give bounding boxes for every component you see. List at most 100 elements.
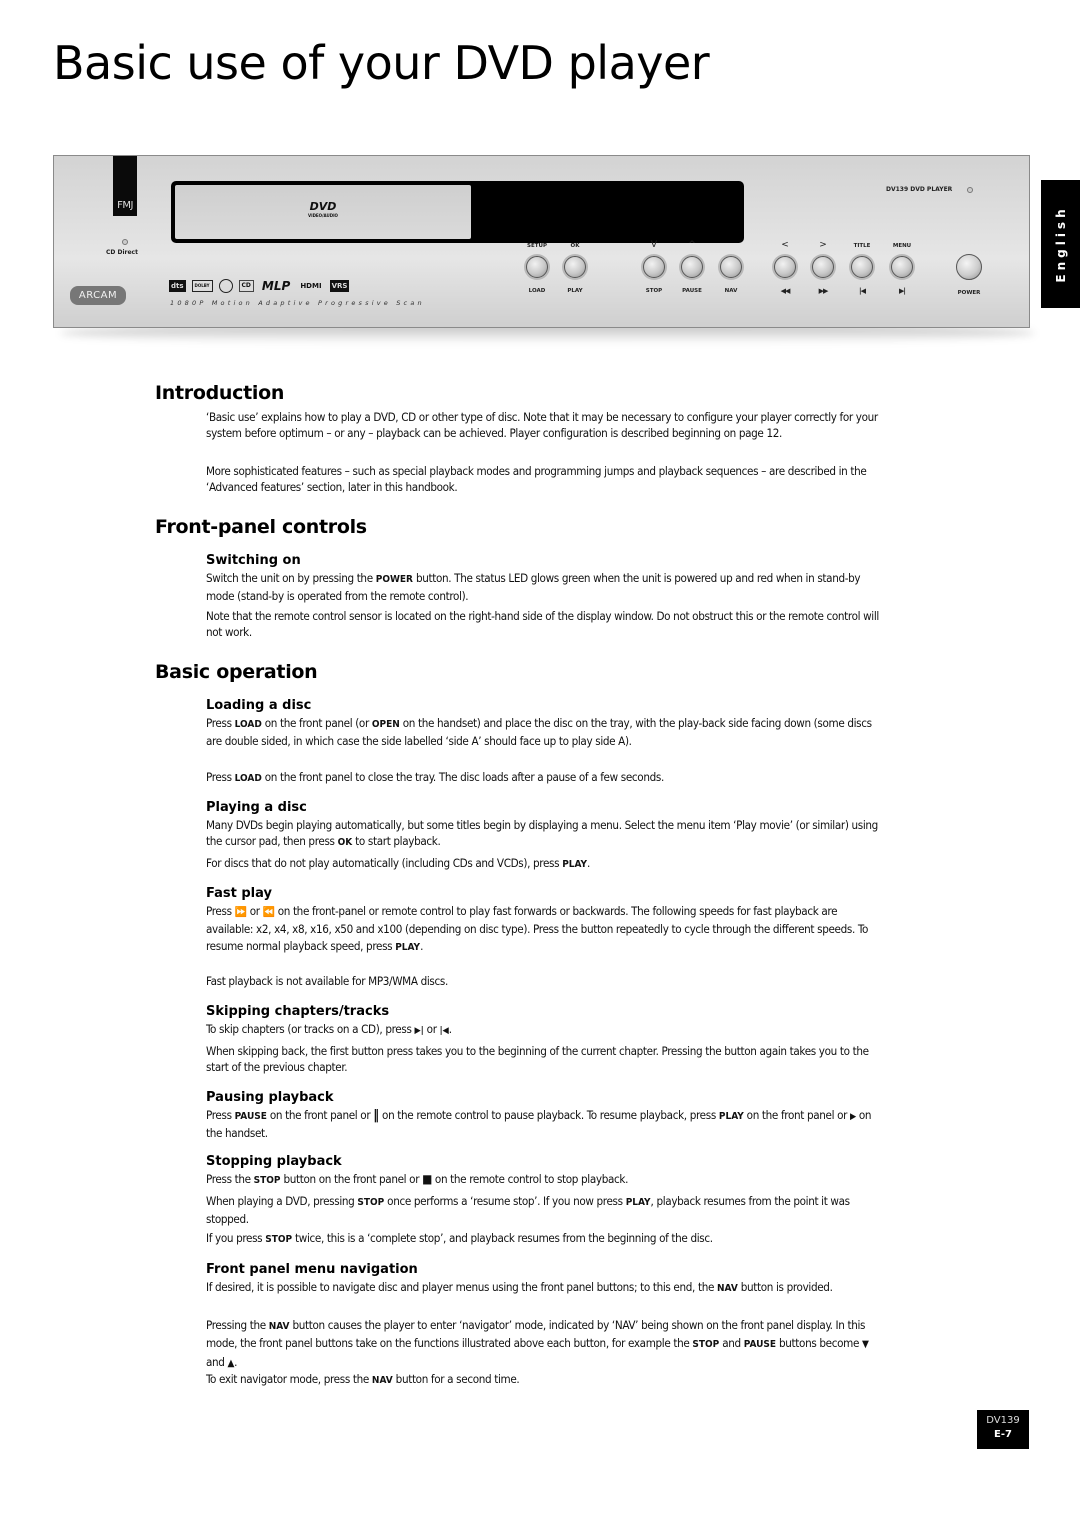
- loading-paragraph-2: Press LOAD on the front panel to close t…: [206, 769, 886, 787]
- rewind-icon: ⏪: [262, 907, 275, 918]
- button-circle: [643, 256, 665, 278]
- text: on the front panel or: [743, 1108, 851, 1122]
- keyword-play: PLAY: [395, 941, 421, 953]
- right-fastforward-button: > ▶▶: [803, 240, 843, 303]
- text: Many DVDs begin playing automatically, b…: [206, 818, 878, 849]
- left-rewind-button: < ◀◀: [765, 240, 805, 303]
- fast-play-paragraph-2: Fast playback is not available for MP3/W…: [206, 974, 448, 988]
- hdmi-logo: HDMI: [300, 282, 322, 290]
- fmj-badge: FMJ: [113, 156, 137, 216]
- mlp-logo: MLP: [261, 279, 291, 293]
- keyword-stop: STOP: [265, 1234, 293, 1245]
- section-heading-basic-operation: Basic operation: [155, 661, 318, 683]
- subheading-stopping: Stopping playback: [206, 1154, 342, 1169]
- rewind-icon: ◀◀: [780, 287, 791, 295]
- button-top-label: OK: [570, 243, 580, 249]
- subheading-pausing: Pausing playback: [206, 1090, 334, 1105]
- button-bottom-label: POWER: [957, 290, 981, 296]
- vrs-logo: VRS: [329, 280, 350, 292]
- text: To skip chapters (or tracks on a CD), pr…: [206, 1022, 415, 1036]
- keyword-power: POWER: [375, 574, 413, 585]
- keyword-nav: NAV: [268, 1321, 290, 1332]
- subheading-fast-play: Fast play: [206, 886, 272, 901]
- keyword-load: LOAD: [234, 773, 262, 784]
- subheading-front-panel-navigation: Front panel menu navigation: [206, 1262, 418, 1277]
- cd-logo: CD: [238, 280, 254, 292]
- subheading-loading-a-disc: Loading a disc: [206, 698, 312, 713]
- text: or: [246, 904, 263, 918]
- setup-load-button: SETUP LOAD: [517, 243, 557, 303]
- button-top-label: [711, 243, 751, 253]
- subheading-playing-a-disc: Playing a disc: [206, 800, 307, 815]
- button-bottom-label: PLAY: [567, 288, 583, 294]
- button-circle: [774, 256, 796, 278]
- dvd-logo-subtext: VIDEO/AUDIO: [308, 213, 338, 218]
- text: on the front panel or: [266, 1108, 374, 1122]
- sacd-logo: [218, 279, 233, 293]
- pausing-paragraph-1: Press PAUSE on the front panel or ‖ on t…: [206, 1107, 886, 1142]
- text: .: [234, 1354, 238, 1369]
- subheading-skipping: Skipping chapters/tracks: [206, 1004, 390, 1019]
- section-heading-front-panel-controls: Front-panel controls: [155, 516, 367, 538]
- skipping-paragraph-1: To skip chapters (or tracks on a CD), pr…: [206, 1021, 886, 1039]
- subheading-switching-on: Switching on: [206, 553, 301, 568]
- nav-button: NAV: [711, 243, 751, 303]
- fast-forward-icon: ⏩: [234, 907, 247, 918]
- text: on the front panel to close the tray. Th…: [261, 770, 664, 784]
- nav-paragraph-2: Pressing the NAV button causes the playe…: [206, 1317, 886, 1372]
- nav-paragraph-3: To exit navigator mode, press the NAV bu…: [206, 1371, 886, 1389]
- stopping-paragraph-1: Press the STOP button on the front panel…: [206, 1171, 886, 1189]
- nav-paragraph-1: If desired, it is possible to navigate d…: [206, 1279, 886, 1297]
- text: Switch the unit on by pressing the: [206, 571, 376, 585]
- button-circle: [681, 256, 703, 278]
- text: or: [423, 1022, 440, 1036]
- text: Press: [206, 770, 235, 784]
- button-top-label: TITLE: [853, 243, 871, 249]
- button-top-label: SETUP: [527, 243, 547, 249]
- dvd-logo-text: DVD: [309, 200, 337, 213]
- disc-tray: DVD VIDEO/AUDIO: [175, 185, 471, 239]
- text: Pressing the: [206, 1318, 269, 1332]
- button-circle: [526, 256, 548, 278]
- skip-previous-icon: |◀: [859, 287, 866, 295]
- display-window: DVD VIDEO/AUDIO: [171, 181, 744, 243]
- text: If desired, it is possible to navigate d…: [206, 1280, 717, 1294]
- loading-paragraph-1: Press LOAD on the front panel (or OPEN o…: [206, 715, 886, 750]
- switching-on-paragraph-1: Switch the unit on by pressing the POWER…: [206, 570, 886, 605]
- cd-direct-label: CD Direct: [106, 249, 138, 256]
- button-top-label: V: [650, 240, 658, 250]
- intro-paragraph-1: ‘Basic use’ explains how to play a DVD, …: [206, 410, 878, 441]
- dolby-digital-logo: DOLBY: [191, 280, 213, 292]
- stopping-paragraph-3: If you press STOP twice, this is a ‘comp…: [206, 1230, 886, 1248]
- language-tab-label: English: [1053, 205, 1068, 283]
- intro-paragraph-2: More sophisticated features – such as sp…: [206, 464, 867, 495]
- text: .: [587, 856, 591, 870]
- button-circle: [891, 256, 913, 278]
- text: on the remote control to pause playback.…: [379, 1108, 719, 1122]
- format-logos: dts DOLBY CD MLP HDMI VRS: [169, 279, 350, 293]
- text: For discs that do not play automatically…: [206, 856, 563, 870]
- text: and: [719, 1336, 744, 1351]
- text: Press: [206, 904, 235, 918]
- keyword-stop: STOP: [692, 1339, 720, 1351]
- dvd-front-panel-illustration: FMJ CD Direct ARCAM DVD VIDEO/AUDIO dts …: [53, 155, 1030, 328]
- text: and: [206, 1354, 228, 1369]
- button-top-label: >: [819, 240, 827, 250]
- language-tab: English: [1041, 180, 1080, 308]
- button-circle: [720, 256, 742, 278]
- down-arrow-icon: ▼: [861, 1339, 869, 1351]
- fast-play-paragraph-1: Press ⏩ or ⏪ on the front-panel or remot…: [206, 903, 886, 956]
- keyword-play: PLAY: [718, 1111, 744, 1122]
- stopping-paragraph-2: When playing a DVD, pressing STOP once p…: [206, 1193, 886, 1228]
- keyword-ok: OK: [337, 837, 353, 849]
- fast-forward-icon: ▶▶: [818, 287, 829, 295]
- playing-paragraph-2: For discs that do not play automatically…: [206, 855, 886, 873]
- text: .: [420, 938, 424, 953]
- keyword-play: PLAY: [562, 859, 588, 870]
- status-led-icon: [967, 187, 973, 193]
- keyword-stop: STOP: [253, 1175, 281, 1186]
- text: Press the: [206, 1172, 254, 1186]
- text: To exit navigator mode, press the: [206, 1372, 372, 1386]
- skip-previous-icon: |◀: [439, 1026, 449, 1036]
- text: Press: [206, 1108, 235, 1122]
